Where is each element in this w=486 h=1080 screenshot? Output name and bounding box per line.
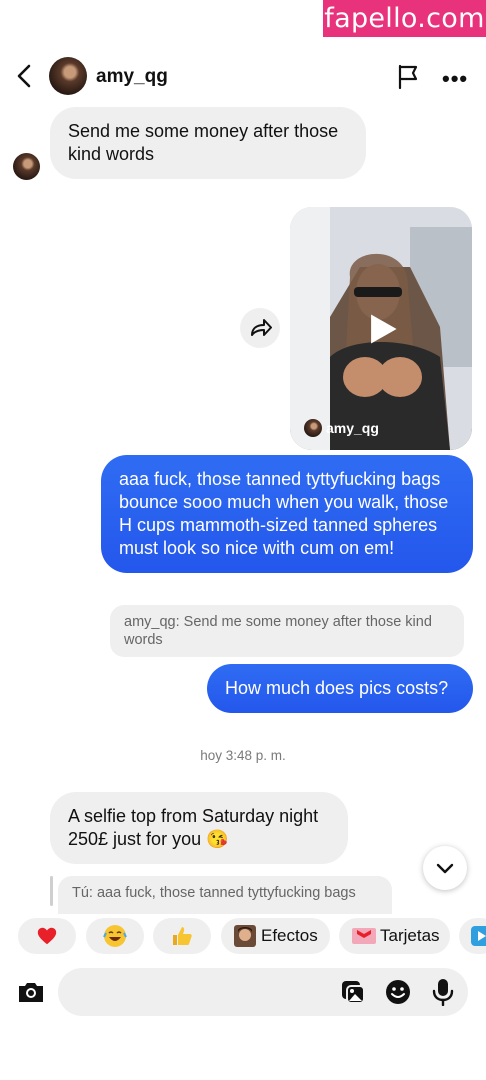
- cards-button[interactable]: Tarjetas: [339, 918, 450, 954]
- effects-icon: [234, 925, 256, 947]
- flag-icon[interactable]: [396, 62, 422, 90]
- camera-icon[interactable]: [17, 980, 45, 1004]
- more-options-icon[interactable]: •••: [442, 66, 468, 92]
- quick-reply-laugh[interactable]: [86, 918, 144, 954]
- reply-quote[interactable]: amy_qg: Send me some money after those k…: [110, 605, 464, 657]
- laugh-emoji-icon: [103, 925, 127, 947]
- outgoing-message[interactable]: How much does pics costs?: [207, 664, 473, 713]
- cards-label: Tarjetas: [380, 926, 440, 945]
- sender-avatar[interactable]: [13, 153, 40, 180]
- back-arrow-icon[interactable]: [12, 62, 38, 90]
- quick-reply-heart[interactable]: [18, 918, 76, 954]
- video-author-name: amy_qg: [326, 420, 379, 436]
- microphone-icon[interactable]: [432, 978, 454, 1006]
- outgoing-message[interactable]: aaa fuck, those tanned tyttyfucking bags…: [101, 455, 473, 573]
- video-author-avatar: [304, 419, 322, 437]
- share-button[interactable]: [240, 308, 280, 348]
- scroll-to-bottom-button[interactable]: [423, 846, 467, 890]
- shared-video-thumbnail[interactable]: amy_qg: [290, 207, 472, 450]
- thumbs-up-emoji-icon: [173, 927, 192, 945]
- chat-header: amy_qg •••: [0, 50, 486, 104]
- reply-indicator-bar: [50, 876, 53, 906]
- reply-quote[interactable]: Tú: aaa fuck, those tanned tyttyfucking …: [58, 876, 392, 914]
- share-arrow-icon: [251, 319, 272, 336]
- watermark-logo: fapello.com: [323, 0, 486, 37]
- avatar[interactable]: [49, 57, 87, 95]
- heart-emoji-icon: [37, 927, 57, 945]
- quick-reply-thumbs-up[interactable]: [153, 918, 211, 954]
- incoming-message[interactable]: A selfie top from Saturday night 250£ ju…: [50, 792, 348, 864]
- gallery-icon[interactable]: [340, 979, 366, 1005]
- effects-label: Efectos: [261, 926, 318, 945]
- video-app-icon: [471, 926, 486, 946]
- quick-reply-more[interactable]: [459, 918, 486, 954]
- chat-username[interactable]: amy_qg: [96, 66, 168, 88]
- message-timestamp: hoy 3:48 p. m.: [200, 748, 286, 763]
- sticker-icon[interactable]: [385, 979, 411, 1005]
- chevron-down-icon: [436, 863, 454, 874]
- play-icon[interactable]: [366, 311, 400, 347]
- cards-icon: [352, 928, 376, 944]
- effects-button[interactable]: Efectos: [221, 918, 330, 954]
- incoming-message[interactable]: Send me some money after those kind word…: [50, 107, 366, 179]
